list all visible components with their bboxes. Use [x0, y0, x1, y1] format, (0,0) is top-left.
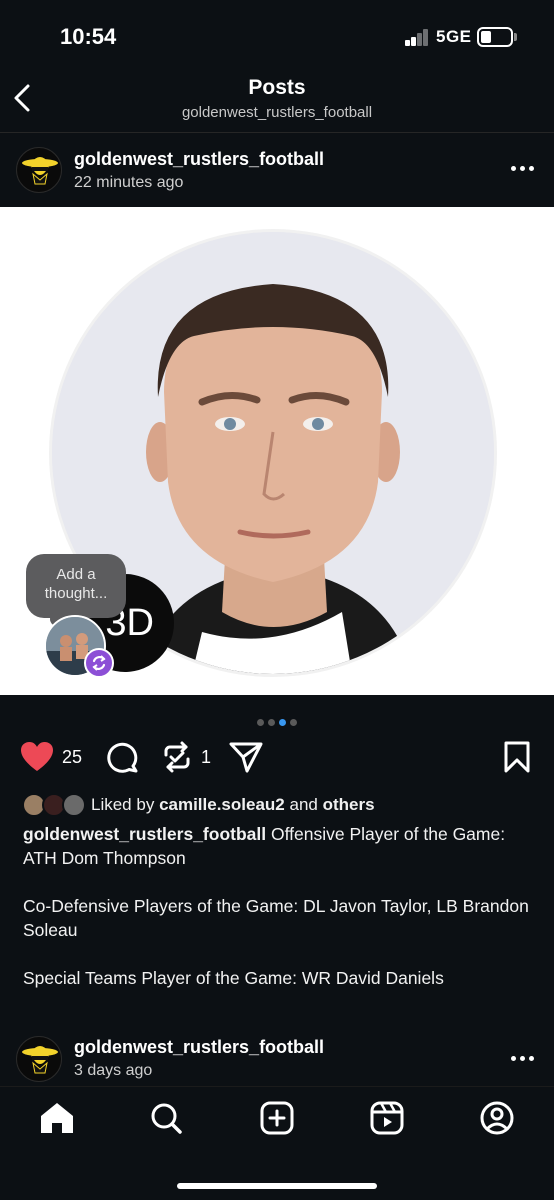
battery-icon [477, 27, 513, 47]
network-label: 5GE [436, 27, 472, 46]
repost-badge-icon [84, 648, 114, 678]
post-username[interactable]: goldenwest_rustlers_football [74, 149, 324, 170]
post-timestamp: 3 days ago [74, 1062, 153, 1079]
post-username[interactable]: goldenwest_rustlers_football [74, 1037, 324, 1058]
carousel-dot [290, 719, 297, 726]
home-icon[interactable] [37, 1101, 77, 1135]
next-post-header: goldenwest_rustlers_football 3 days ago [0, 1030, 554, 1086]
carousel-dot [257, 719, 264, 726]
repost-icon[interactable] [160, 740, 194, 774]
post-image[interactable]: 3D Add a thought... [0, 207, 554, 695]
caption-line-2: Co-Defensive Players of the Game: DL Jav… [23, 896, 529, 940]
action-bar: 25 1 [0, 736, 554, 780]
signal-icon [405, 29, 433, 46]
share-icon[interactable] [228, 740, 264, 774]
team-avatar[interactable] [16, 147, 62, 193]
carousel-dot-active [279, 719, 286, 726]
heart-filled-icon[interactable] [20, 741, 54, 773]
home-indicator [177, 1183, 377, 1189]
post-header: goldenwest_rustlers_football 22 minutes … [0, 140, 554, 204]
rustler-logo-icon [22, 157, 58, 185]
search-icon[interactable] [147, 1101, 187, 1135]
liked-by-user[interactable]: camille.soleau2 [159, 795, 285, 814]
more-options-icon[interactable] [508, 1054, 538, 1064]
liked-by-text: Liked by camille.soleau2 and others [91, 795, 375, 814]
liked-by-others[interactable]: others [323, 795, 375, 814]
status-time: 10:54 [60, 24, 117, 49]
post-timestamp: 22 minutes ago [74, 174, 184, 191]
like-count[interactable]: 25 [62, 747, 82, 768]
rustler-logo-icon [22, 1046, 58, 1074]
carousel-dot [268, 719, 275, 726]
page-subtitle[interactable]: goldenwest_rustlers_football [0, 104, 554, 121]
battery-cap [514, 33, 517, 41]
page-title: Posts [248, 76, 306, 99]
create-icon[interactable] [257, 1101, 297, 1135]
reels-icon[interactable] [367, 1101, 407, 1135]
status-bar: 10:54 5GE [0, 0, 554, 70]
liked-by-row[interactable]: Liked by camille.soleau2 and others [22, 792, 542, 818]
comment-icon[interactable] [105, 740, 139, 774]
caption-author[interactable]: goldenwest_rustlers_football [23, 824, 266, 844]
bookmark-icon[interactable] [503, 740, 531, 774]
header-divider [0, 132, 554, 133]
add-thought-bubble[interactable]: Add a thought... [26, 554, 126, 618]
more-options-icon[interactable] [508, 164, 538, 174]
caption-line-3: Special Teams Player of the Game: WR Dav… [23, 968, 444, 988]
team-avatar[interactable] [16, 1036, 62, 1082]
post-caption: goldenwest_rustlers_football Offensive P… [23, 822, 538, 1014]
liker-avatars [22, 793, 88, 817]
carousel-indicator [0, 713, 554, 726]
nav-header: Posts goldenwest_rustlers_football [0, 70, 554, 132]
profile-icon[interactable] [477, 1101, 517, 1135]
repost-count[interactable]: 1 [201, 747, 211, 768]
